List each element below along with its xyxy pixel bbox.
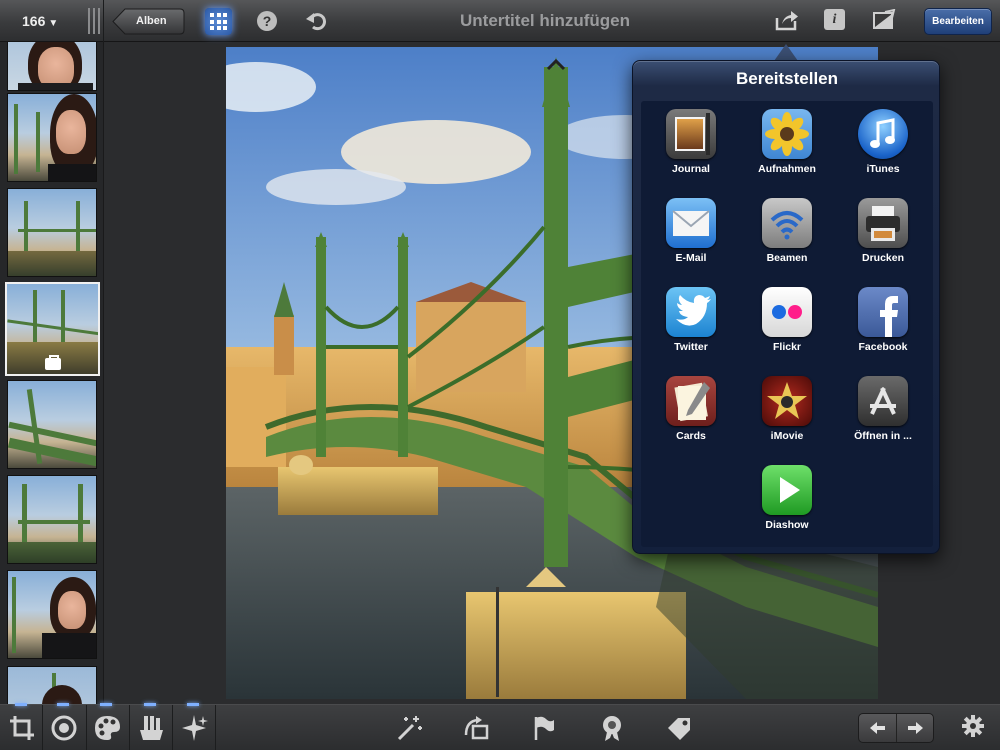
- share-open-in-label: Öffnen in ...: [854, 430, 912, 442]
- share-email-label: E-Mail: [675, 252, 707, 264]
- share-imovie-label: iMovie: [770, 430, 804, 442]
- tag-icon[interactable]: [664, 713, 694, 743]
- thumbnail-strip[interactable]: [0, 42, 104, 704]
- share-icon[interactable]: [774, 7, 800, 33]
- popover-arrow: [774, 44, 798, 61]
- toolbar-divider: [103, 0, 104, 42]
- share-itunes-label: iTunes: [866, 163, 900, 175]
- compare-original-icon[interactable]: [872, 8, 896, 31]
- gear-icon[interactable]: [961, 714, 985, 738]
- active-tool-indicator: [100, 703, 112, 706]
- active-tool-indicator: [57, 703, 69, 706]
- facebook-icon: [858, 287, 908, 337]
- share-twitter[interactable]: Twitter: [649, 287, 733, 367]
- auto-enhance-icon[interactable]: [394, 713, 424, 743]
- photo-editor-app: 166 ▼ Alben ? Untertitel hinzufügen i Be…: [0, 0, 1000, 750]
- share-imovie[interactable]: iMovie: [745, 376, 829, 456]
- share-popover-title: Bereitstellen: [735, 69, 839, 88]
- active-tool-indicator: [144, 703, 156, 706]
- thumbnail-7[interactable]: [7, 570, 97, 659]
- cards-icon: [666, 376, 716, 426]
- exposure-icon[interactable]: [49, 713, 79, 743]
- share-beam-label: Beamen: [766, 252, 808, 264]
- albums-back-button[interactable]: Alben: [112, 8, 185, 35]
- caret-down-icon: ▼: [48, 18, 59, 29]
- next-arrow-icon[interactable]: [897, 714, 934, 742]
- active-tool-indicator: [15, 703, 27, 706]
- thumbnail-2[interactable]: [7, 93, 97, 182]
- photo-count-menu[interactable]: 166 ▼: [22, 10, 82, 32]
- share-print[interactable]: Drucken: [841, 198, 925, 278]
- journal-icon: [666, 109, 716, 159]
- color-palette-icon[interactable]: [92, 713, 122, 743]
- strip-resize-handle-icon[interactable]: [86, 8, 100, 34]
- photo-count: 166: [22, 13, 46, 29]
- thumbnail-5[interactable]: [7, 380, 97, 469]
- share-journal-label: Journal: [672, 163, 710, 175]
- effects-icon[interactable]: [179, 713, 209, 743]
- thumbnail-1[interactable]: [7, 42, 97, 91]
- top-toolbar: 166 ▼ Alben ? Untertitel hinzufügen i Be…: [0, 0, 1000, 42]
- share-email[interactable]: E-Mail: [649, 198, 733, 278]
- bottom-toolbar: [0, 703, 1000, 750]
- thumbnail-4-selected[interactable]: [5, 282, 100, 376]
- share-flickr-label: Flickr: [772, 341, 801, 353]
- share-open-in[interactable]: Öffnen in ...: [841, 376, 925, 456]
- info-button[interactable]: i: [824, 9, 845, 30]
- previous-arrow-icon[interactable]: [859, 714, 896, 742]
- itunes-icon: [858, 109, 908, 159]
- brushes-icon[interactable]: [136, 713, 166, 743]
- share-options-grid: Journal Aufnahmen iTunes E-Mail Beamen D…: [641, 101, 933, 547]
- thumbnail-6[interactable]: [7, 475, 97, 564]
- mail-icon: [666, 198, 716, 248]
- share-twitter-label: Twitter: [674, 341, 708, 353]
- favorite-icon[interactable]: [597, 713, 627, 743]
- print-icon: [858, 198, 908, 248]
- help-button[interactable]: ?: [257, 11, 277, 31]
- share-camera-roll-label: Aufnahmen: [758, 163, 816, 175]
- twitter-icon: [666, 287, 716, 337]
- thumbnail-3[interactable]: [7, 188, 97, 277]
- edit-button[interactable]: Bearbeiten: [924, 8, 992, 35]
- active-tool-indicator: [187, 703, 199, 706]
- share-itunes[interactable]: iTunes: [841, 109, 925, 189]
- photo-navigation: [858, 713, 934, 743]
- app-store-icon: [858, 376, 908, 426]
- share-facebook-label: Facebook: [858, 341, 908, 353]
- share-camera-roll[interactable]: Aufnahmen: [745, 109, 829, 189]
- share-flickr[interactable]: Flickr: [745, 287, 829, 367]
- share-popover: Bereitstellen Journal Aufnahmen iTunes E…: [632, 60, 940, 554]
- share-cards-label: Cards: [676, 430, 706, 442]
- grid-view-button[interactable]: [205, 8, 232, 35]
- albums-back-label: Alben: [136, 15, 167, 27]
- share-facebook[interactable]: Facebook: [841, 287, 925, 367]
- camera-roll-icon: [762, 109, 812, 159]
- thumbnail-8[interactable]: [7, 666, 97, 704]
- flickr-icon: [762, 287, 812, 337]
- caption-field[interactable]: Untertitel hinzufügen: [420, 10, 670, 32]
- edited-badge-icon: [45, 355, 61, 370]
- share-beam[interactable]: Beamen: [745, 198, 829, 278]
- share-journal[interactable]: Journal: [649, 109, 733, 189]
- slideshow-icon: [762, 465, 812, 515]
- imovie-icon: [762, 376, 812, 426]
- undo-icon[interactable]: [305, 9, 329, 33]
- share-cards[interactable]: Cards: [649, 376, 733, 456]
- rotate-icon[interactable]: [461, 713, 491, 743]
- beam-icon: [762, 198, 812, 248]
- share-slideshow[interactable]: Diashow: [745, 465, 829, 545]
- flag-icon[interactable]: [528, 713, 558, 743]
- crop-icon[interactable]: [7, 713, 37, 743]
- share-slideshow-label: Diashow: [765, 519, 809, 531]
- share-print-label: Drucken: [861, 252, 904, 264]
